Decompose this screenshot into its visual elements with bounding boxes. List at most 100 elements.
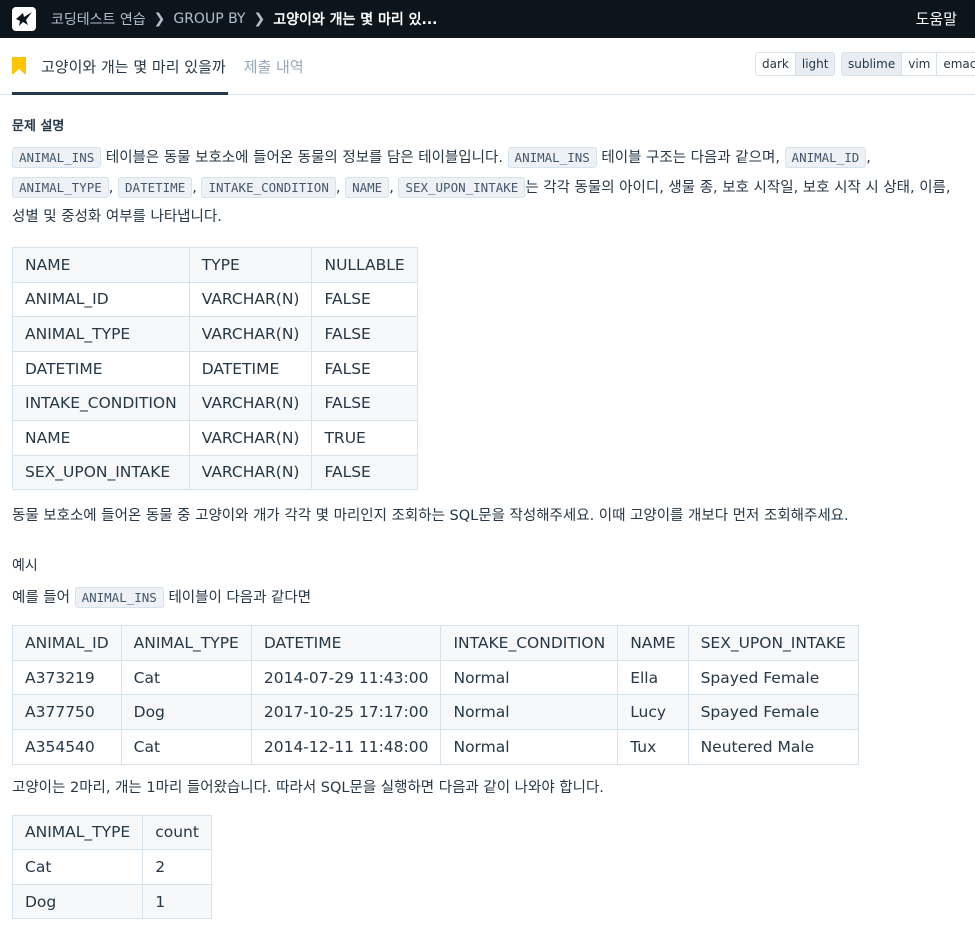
problem-description: 문제 설명 ANIMAL_INS 테이블은 동물 보호소에 들어온 동물의 정보… xyxy=(0,115,975,920)
table-header-cell: ANIMAL_ID xyxy=(12,625,122,661)
table-header-row: ANIMAL_ID ANIMAL_TYPE DATETIME INTAKE_CONDI… xyxy=(12,625,859,661)
example-table: ANIMAL_ID ANIMAL_TYPE DATETIME INTAKE_CONDI… xyxy=(12,625,859,765)
keymap-vim-button[interactable]: vim xyxy=(902,53,938,75)
table-header-cell: count xyxy=(142,814,212,851)
table-cell: FALSE xyxy=(311,385,418,421)
inline-code: NAME xyxy=(345,177,390,198)
programmers-logo-icon[interactable] xyxy=(12,7,36,31)
table-row: Cat 2 xyxy=(11,849,212,885)
section-heading-description: 문제 설명 xyxy=(12,119,65,134)
table-header-cell: SEX_UPON_INTAKE xyxy=(687,625,859,661)
table-cell: A373219 xyxy=(12,659,122,696)
table-cell: Spayed Female xyxy=(687,659,859,696)
theme-dark-button[interactable]: dark xyxy=(756,53,796,75)
table-header-cell: TYPE xyxy=(188,247,313,283)
breadcrumb-coding-test[interactable]: 코딩테스트 연습 xyxy=(51,9,146,29)
table-cell: VARCHAR(N) xyxy=(188,316,313,352)
inline-code: SEX_UPON_INTAKE xyxy=(398,177,526,198)
table-row: ANIMAL_ID VARCHAR(N) FALSE xyxy=(12,281,418,318)
help-link[interactable]: 도움말 xyxy=(916,0,957,38)
table-header-cell: ANIMAL_TYPE xyxy=(120,625,252,661)
tab-problem-label: 고양이와 개는 몇 마리 있을까 xyxy=(41,57,226,76)
table-cell: 2017-10-25 17:17:00 xyxy=(250,694,442,730)
tab-problem[interactable]: 고양이와 개는 몇 마리 있을까 xyxy=(12,38,228,95)
inline-code: ANIMAL_ID xyxy=(784,147,867,168)
text: 테이블 구조는 다음과 같으며, xyxy=(596,150,785,166)
table-cell: DATETIME xyxy=(188,350,313,387)
intro-paragraph: ANIMAL_INS 테이블은 동물 보호소에 들어온 동물의 정보를 담은 테… xyxy=(12,143,963,232)
text: , xyxy=(866,150,871,166)
table-header-row: ANIMAL_TYPE count xyxy=(11,814,212,851)
keymap-emacs-button[interactable]: emacs xyxy=(937,53,975,75)
table-cell: Spayed Female xyxy=(687,694,859,730)
table-cell: Cat xyxy=(120,659,252,696)
table-cell: A377750 xyxy=(12,694,122,730)
table-cell: Lucy xyxy=(617,694,689,730)
table-cell: FALSE xyxy=(311,316,418,352)
table-cell: SEX_UPON_INTAKE xyxy=(12,454,190,491)
table-cell: Normal xyxy=(440,728,619,765)
tab-submissions[interactable]: 제출 내역 xyxy=(244,38,306,94)
table-cell: VARCHAR(N) xyxy=(188,281,313,318)
table-header-cell: NAME xyxy=(617,625,689,661)
inline-code: ANIMAL_INS xyxy=(12,147,102,168)
table-header-cell: NULLABLE xyxy=(311,247,418,283)
keymap-sublime-button[interactable]: sublime xyxy=(842,53,903,75)
table-cell: 2014-07-29 11:43:00 xyxy=(250,659,442,696)
section-heading-example: 예시 xyxy=(12,558,38,575)
table-cell: 2014-12-11 11:48:00 xyxy=(250,728,442,765)
text: 테이블은 동물 보호소에 들어온 동물의 정보를 담은 테이블입니다. xyxy=(101,150,508,166)
result-intro-paragraph: 고양이는 2마리, 개는 1마리 들어왔습니다. 따라서 SQL문을 실행하면 … xyxy=(12,779,604,796)
table-cell: Cat xyxy=(11,849,144,885)
result-table: ANIMAL_TYPE count Cat 2 Dog 1 xyxy=(11,814,212,920)
table-cell: ANIMAL_ID xyxy=(12,281,190,318)
table-cell: VARCHAR(N) xyxy=(188,419,313,456)
table-header-cell: NAME xyxy=(12,247,190,283)
table-row: A354540 Cat 2014-12-11 11:48:00 Normal Tux Ne… xyxy=(12,728,859,765)
theme-light-button[interactable]: light xyxy=(795,53,835,75)
chevron-right-icon: ❯ xyxy=(153,11,166,27)
inline-code: ANIMAL_INS xyxy=(507,147,597,168)
top-navbar: 코딩테스트 연습 ❯ GROUP BY ❯ 고양이와 개는 몇 마리 있... … xyxy=(0,0,975,38)
inline-code: INTAKE_CONDITION xyxy=(201,177,336,198)
table-cell: DATETIME xyxy=(12,350,190,387)
table-cell: Neutered Male xyxy=(687,728,859,765)
table-row: DATETIME DATETIME FALSE xyxy=(12,350,418,387)
table-cell: Cat xyxy=(120,728,252,765)
table-cell: FALSE xyxy=(311,281,418,318)
task-paragraph: 동물 보호소에 들어온 동물 중 고양이와 개가 각각 몇 마리인지 조회하는 … xyxy=(12,508,849,525)
table-row: INTAKE_CONDITION VARCHAR(N) FALSE xyxy=(12,385,418,421)
table-cell: TRUE xyxy=(311,419,418,456)
table-header-cell: ANIMAL_TYPE xyxy=(11,814,144,851)
table-cell: NAME xyxy=(12,419,190,456)
table-cell: Dog xyxy=(120,694,252,730)
table-row: ANIMAL_TYPE VARCHAR(N) FALSE xyxy=(12,316,418,352)
table-row: A373219 Cat 2014-07-29 11:43:00 Normal Ella S… xyxy=(12,659,859,696)
breadcrumb-group-by[interactable]: GROUP BY xyxy=(173,11,245,27)
table-row: NAME VARCHAR(N) TRUE xyxy=(12,419,418,456)
theme-toggle: dark light xyxy=(755,52,836,76)
table-cell: Normal xyxy=(440,694,619,730)
table-cell: FALSE xyxy=(311,350,418,387)
table-row: SEX_UPON_INTAKE VARCHAR(N) FALSE xyxy=(12,454,418,491)
inline-code: ANIMAL_TYPE xyxy=(12,177,109,198)
table-cell: INTAKE_CONDITION xyxy=(12,385,190,421)
table-cell: VARCHAR(N) xyxy=(188,385,313,421)
text: 테이블이 다음과 같다면 xyxy=(163,590,312,607)
breadcrumb-current-problem: 고양이와 개는 몇 마리 있... xyxy=(273,12,438,28)
table-cell: 2 xyxy=(142,849,212,885)
table-cell: VARCHAR(N) xyxy=(188,454,313,491)
keymap-toggle: sublime vim emacs xyxy=(841,52,975,76)
table-cell: FALSE xyxy=(311,454,418,491)
table-cell: Tux xyxy=(617,728,689,765)
text: , xyxy=(108,180,119,196)
chevron-right-icon: ❯ xyxy=(253,11,266,27)
table-cell: A354540 xyxy=(12,728,122,765)
schema-table: NAME TYPE NULLABLE ANIMAL_ID VARCHAR(N) FALSE… xyxy=(12,247,418,491)
text: 예를 들어 xyxy=(12,590,75,607)
table-header-cell: DATETIME xyxy=(250,625,442,661)
table-row: Dog 1 xyxy=(11,883,212,920)
inline-code: ANIMAL_INS xyxy=(74,587,164,609)
table-header-row: NAME TYPE NULLABLE xyxy=(12,247,418,283)
table-cell: Ella xyxy=(617,659,689,696)
